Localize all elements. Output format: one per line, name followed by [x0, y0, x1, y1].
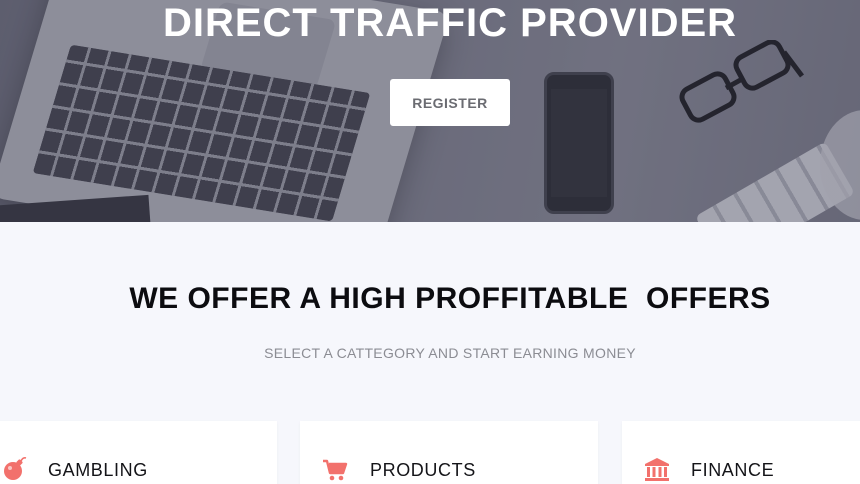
- hero-section: DIRECT TRAFFIC PROVIDER REGISTER: [0, 0, 860, 222]
- category-label: PRODUCTS: [370, 460, 476, 480]
- offers-subtitle: SELECT A CATTEGORY AND START EARNING MON…: [264, 345, 636, 361]
- category-label: FINANCE: [691, 460, 775, 480]
- category-card-finance[interactable]: FINANCE: [622, 421, 860, 484]
- bomb-icon: [4, 457, 27, 480]
- shopping-cart-icon: [323, 459, 348, 481]
- category-card-gambling[interactable]: GAMBLING: [0, 421, 277, 484]
- hero-title: DIRECT TRAFFIC PROVIDER: [162, 1, 738, 45]
- offers-title: WE OFFER A HIGH PROFFITABLE OFFERS: [129, 282, 771, 315]
- bank-icon: [645, 458, 669, 481]
- register-button[interactable]: REGISTER: [390, 79, 510, 126]
- category-card-products[interactable]: PRODUCTS: [300, 421, 598, 484]
- category-label: GAMBLING: [48, 460, 148, 480]
